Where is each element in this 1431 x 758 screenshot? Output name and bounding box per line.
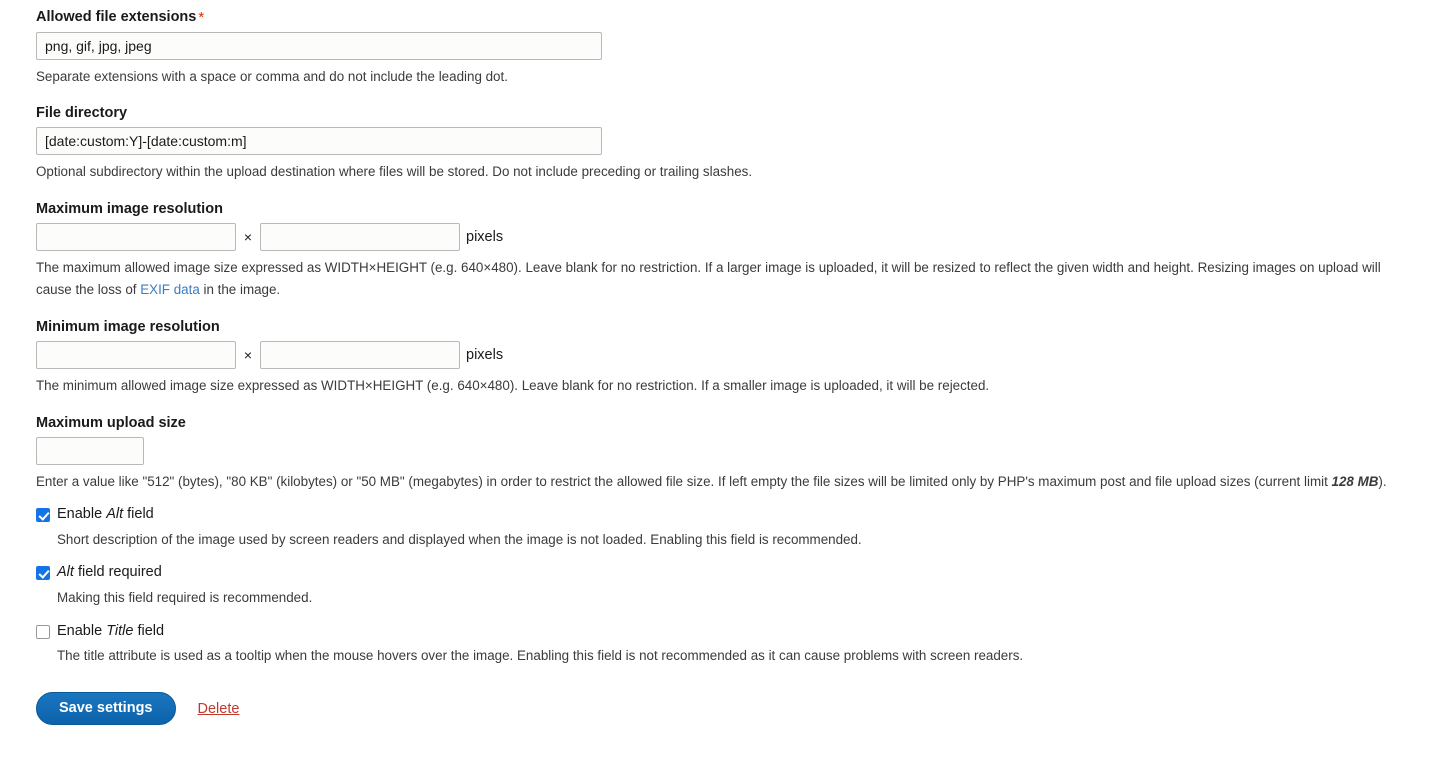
enable-alt-field-label-em: Alt (106, 506, 124, 523)
file-directory-description: Optional subdirectory within the upload … (36, 164, 753, 180)
minimum-image-resolution-label: Minimum image resolution (36, 318, 220, 335)
enable-alt-field-description: Short description of the image used by s… (57, 531, 862, 547)
enable-alt-field-label[interactable]: Enable Alt field (57, 506, 154, 523)
form-actions: Save settings Delete (36, 691, 1431, 726)
enable-title-field-label-em: Title (106, 622, 134, 639)
alt-field-required-item: Alt field required Making this field req… (36, 564, 1431, 608)
enable-alt-field-label-suffix: field (123, 506, 154, 523)
allowed-file-extensions-description: Separate extensions with a space or comm… (36, 68, 508, 84)
alt-field-required-label-suffix: field required (73, 564, 162, 581)
maximum-upload-size-item: Maximum upload size Enter a value like "… (36, 414, 1431, 492)
enable-title-field-checkbox[interactable] (36, 624, 50, 639)
maximum-image-resolution-row: × pixels (36, 223, 1431, 252)
enable-title-field-item: Enable Title field The title attribute i… (36, 623, 1431, 667)
minimum-image-resolution-item: Minimum image resolution × pixels The mi… (36, 318, 1431, 396)
minimum-image-width-input[interactable] (36, 340, 236, 369)
enable-title-field-label[interactable]: Enable Title field (57, 623, 164, 640)
current-upload-limit: 128 MB (1331, 474, 1379, 490)
enable-alt-field-checkbox[interactable] (36, 508, 50, 523)
max-resolution-description-part2: in the image. (199, 281, 281, 297)
maximum-upload-size-label: Maximum upload size (36, 414, 186, 431)
alt-field-required-description: Making this field required is recommende… (57, 589, 313, 605)
max-upload-description-part1: Enter a value like "512" (bytes), "80 KB… (36, 474, 1332, 490)
resolution-separator: × (243, 346, 253, 363)
enable-alt-field-item: Enable Alt field Short description of th… (36, 506, 1431, 550)
allowed-file-extensions-label-text: Allowed file extensions (36, 9, 197, 25)
alt-field-required-label-em: Alt (57, 564, 74, 581)
enable-title-field-label-suffix: field (133, 622, 165, 639)
enable-alt-field-line: Enable Alt field (36, 506, 1431, 523)
minimum-image-resolution-description: The minimum allowed image size expressed… (36, 377, 990, 393)
maximum-image-width-input[interactable] (36, 223, 236, 252)
maximum-upload-size-description: Enter a value like "512" (bytes), "80 KB… (36, 471, 1396, 492)
maximum-image-resolution-item: Maximum image resolution × pixels The ma… (36, 200, 1431, 299)
alt-field-required-checkbox[interactable] (36, 566, 50, 581)
resolution-separator: × (243, 229, 253, 246)
image-field-settings-form: Allowed file extensions* Separate extens… (0, 0, 1431, 726)
max-upload-description-part2: ). (1378, 474, 1387, 490)
minimum-resolution-units: pixels (466, 346, 504, 363)
maximum-image-resolution-description: The maximum allowed image size expressed… (36, 257, 1396, 299)
maximum-image-height-input[interactable] (260, 223, 460, 252)
enable-alt-field-label-prefix: Enable (57, 506, 107, 523)
allowed-file-extensions-input[interactable] (36, 31, 602, 60)
required-asterisk: * (198, 9, 205, 26)
allowed-file-extensions-label: Allowed file extensions * (36, 8, 1431, 27)
alt-field-required-label[interactable]: Alt field required (57, 564, 162, 581)
enable-title-field-line: Enable Title field (36, 623, 1431, 640)
minimum-image-resolution-row: × pixels (36, 340, 1431, 369)
delete-link[interactable]: Delete (198, 701, 240, 717)
file-directory-input[interactable] (36, 127, 602, 156)
alt-field-required-line: Alt field required (36, 564, 1431, 581)
allowed-file-extensions-item: Allowed file extensions* Separate extens… (36, 8, 1431, 87)
minimum-image-height-input[interactable] (260, 340, 460, 369)
maximum-image-resolution-label: Maximum image resolution (36, 201, 223, 218)
enable-title-field-label-prefix: Enable (57, 622, 107, 639)
save-settings-button[interactable]: Save settings (36, 691, 176, 726)
enable-title-field-description: The title attribute is used as a tooltip… (57, 647, 1024, 663)
file-directory-item: File directory Optional subdirectory wit… (36, 104, 1431, 182)
file-directory-label: File directory (36, 104, 128, 121)
exif-data-link[interactable]: EXIF data (140, 282, 200, 297)
maximum-resolution-units: pixels (466, 229, 504, 246)
maximum-upload-size-input[interactable] (36, 437, 144, 466)
